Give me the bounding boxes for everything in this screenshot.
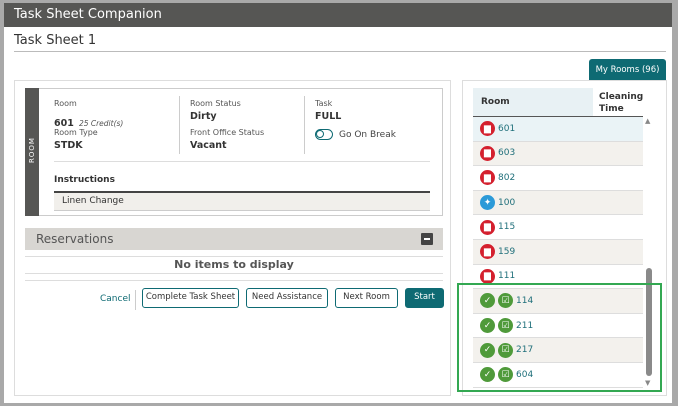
room-row[interactable]: ▆ 159 <box>473 240 643 265</box>
clean-icon: ✦ <box>480 195 495 211</box>
room-status-label: Room Status <box>190 99 241 108</box>
toggle-switch-icon[interactable] <box>315 129 333 140</box>
room-number[interactable]: 159 <box>498 247 515 257</box>
dirty-icon: ▆ <box>480 268 495 284</box>
room-number[interactable]: 115 <box>498 222 515 232</box>
room-number[interactable]: 100 <box>498 198 515 208</box>
divider <box>25 280 443 281</box>
collapse-icon[interactable] <box>421 233 433 245</box>
fo-status-label: Front Office Status <box>190 128 265 137</box>
room-row[interactable]: ▆ 601 <box>473 117 643 142</box>
complete-task-sheet-button[interactable]: Complete Task Sheet <box>142 288 239 308</box>
divider <box>179 96 180 154</box>
highlight-box <box>457 283 662 392</box>
room-status-value: Dirty <box>190 111 217 122</box>
room-type-label: Room Type <box>54 128 98 137</box>
start-button[interactable]: Start <box>405 288 444 308</box>
room-row[interactable]: ▆ 603 <box>473 141 643 167</box>
room-number[interactable]: 603 <box>498 148 515 158</box>
reservations-header[interactable]: Reservations <box>25 228 443 250</box>
go-on-break-toggle[interactable]: Go On Break <box>315 129 396 140</box>
task-label: Task <box>315 99 333 108</box>
fo-status-value: Vacant <box>190 140 227 151</box>
empty-message: No items to display <box>174 258 294 271</box>
room-number[interactable]: 601 <box>498 124 515 134</box>
need-assistance-button[interactable]: Need Assistance <box>246 288 328 308</box>
column-header-cleaning-time[interactable]: Cleaning Time <box>599 91 643 115</box>
section-label: ROOM <box>28 137 36 163</box>
cancel-link[interactable]: Cancel <box>100 294 131 304</box>
dirty-icon: ▆ <box>480 121 495 137</box>
room-row[interactable]: ✦ 100 <box>473 190 643 216</box>
room-type-value: STDK <box>54 140 83 151</box>
task-value: FULL <box>315 111 342 122</box>
room-row[interactable]: ▆ 115 <box>473 215 643 240</box>
divider <box>25 273 443 274</box>
sheet-title: Task Sheet 1 <box>14 33 97 48</box>
dirty-icon: ▆ <box>480 145 495 161</box>
window-title: Task Sheet Companion <box>4 3 672 27</box>
room-section-strip: ROOM <box>25 88 39 216</box>
divider <box>54 161 430 162</box>
divider <box>304 96 305 154</box>
room-label: Room <box>54 99 77 108</box>
next-room-button[interactable]: Next Room <box>335 288 398 308</box>
go-on-break-label: Go On Break <box>339 129 396 140</box>
room-credits: 25 Credit(s) <box>78 119 124 128</box>
room-row[interactable]: ▆ 802 <box>473 166 643 191</box>
divider <box>135 290 136 310</box>
instruction-row: Linen Change <box>54 193 430 211</box>
dirty-icon: ▆ <box>480 244 495 260</box>
divider <box>25 256 443 257</box>
dirty-icon: ▆ <box>480 219 495 235</box>
divider <box>14 51 666 52</box>
scroll-up-icon[interactable]: ▲ <box>645 117 650 125</box>
column-header-room[interactable]: Room <box>473 88 593 116</box>
room-number[interactable]: 802 <box>498 173 515 183</box>
dirty-icon: ▆ <box>480 170 495 186</box>
tab-my-rooms[interactable]: My Rooms (96) <box>589 59 666 81</box>
instructions-header: Instructions <box>54 175 115 185</box>
room-number[interactable]: 111 <box>498 271 515 281</box>
